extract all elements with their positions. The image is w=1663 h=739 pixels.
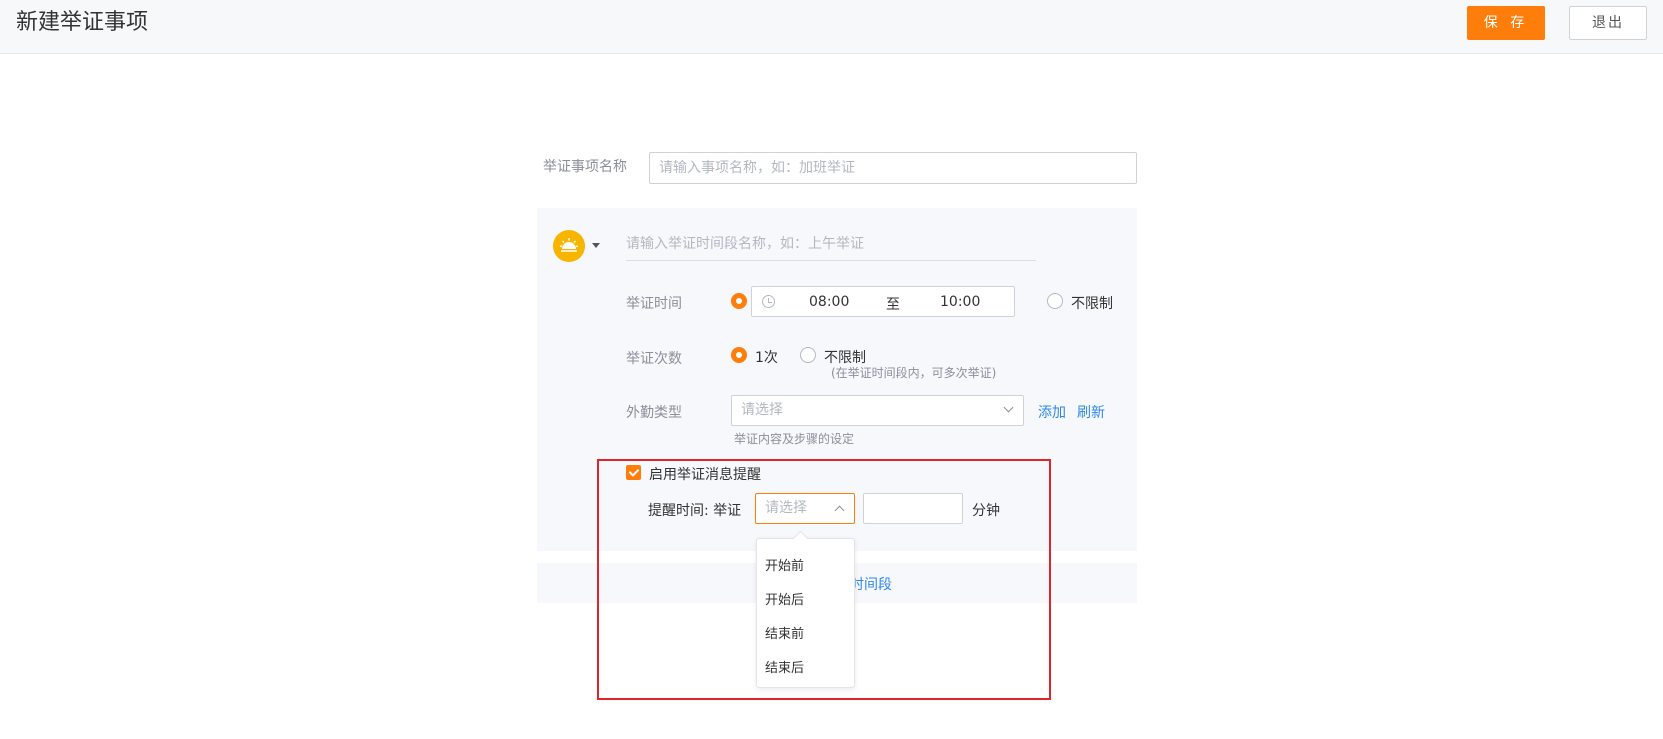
add-segment-link[interactable]: 时间段 bbox=[850, 574, 892, 594]
save-button[interactable]: 保 存 bbox=[1467, 6, 1545, 40]
page-title: 新建举证事项 bbox=[16, 10, 149, 35]
caret-down-icon[interactable] bbox=[592, 243, 600, 248]
reminder-checkbox[interactable] bbox=[626, 465, 641, 480]
name-input[interactable]: 请输入事项名称，如：加班举证 bbox=[649, 152, 1137, 184]
dropdown-option[interactable]: 开始后 bbox=[765, 589, 804, 608]
sunrise-icon-glyph bbox=[559, 238, 579, 252]
start-time[interactable]: 08:00 bbox=[809, 294, 849, 310]
clock-icon bbox=[762, 295, 775, 308]
reminder-checkbox-label[interactable]: 启用举证消息提醒 bbox=[649, 464, 761, 484]
refresh-field-type-link[interactable]: 刷新 bbox=[1077, 402, 1105, 422]
time-range-radio[interactable] bbox=[731, 293, 747, 309]
count-once-radio[interactable] bbox=[731, 347, 747, 363]
minutes-unit: 分钟 bbox=[972, 503, 1000, 519]
field-type-select[interactable]: 请选择 bbox=[731, 395, 1024, 426]
end-time[interactable]: 10:00 bbox=[940, 294, 980, 310]
time-unlimited-label[interactable]: 不限制 bbox=[1071, 293, 1113, 313]
reminder-minutes-input[interactable] bbox=[863, 493, 963, 524]
add-field-type-link[interactable]: 添加 bbox=[1038, 402, 1066, 422]
time-label: 举证时间 bbox=[626, 296, 682, 312]
exit-button[interactable]: 退出 bbox=[1569, 6, 1647, 40]
field-type-hint: 举证内容及步骤的设定 bbox=[734, 432, 855, 446]
count-once-label[interactable]: 1次 bbox=[755, 347, 778, 367]
sunrise-icon[interactable] bbox=[553, 230, 585, 262]
time-range-picker[interactable]: 08:00 至 10:00 bbox=[751, 286, 1015, 317]
field-type-label: 外勤类型 bbox=[626, 405, 682, 421]
reminder-timing-dropdown: 开始前 开始后 结束前 结束后 bbox=[756, 538, 855, 688]
dropdown-option[interactable]: 开始前 bbox=[765, 555, 804, 574]
count-unlimited-hint: (在举证时间段内，可多次举证) bbox=[831, 366, 997, 380]
dropdown-option[interactable]: 结束前 bbox=[765, 623, 804, 642]
time-separator: 至 bbox=[886, 297, 900, 313]
reminder-time-label: 提醒时间: 举证 bbox=[648, 503, 742, 519]
count-label: 举证次数 bbox=[626, 351, 682, 367]
time-unlimited-radio[interactable] bbox=[1047, 293, 1063, 309]
segment-name-input[interactable]: 请输入举证时间段名称，如：上午举证 bbox=[626, 232, 1036, 261]
count-unlimited-radio[interactable] bbox=[800, 347, 816, 363]
dropdown-option[interactable]: 结束后 bbox=[765, 657, 804, 676]
name-field-label: 举证事项名称 bbox=[543, 159, 627, 175]
header-bar: 新建举证事项 保 存 退出 bbox=[0, 0, 1663, 54]
